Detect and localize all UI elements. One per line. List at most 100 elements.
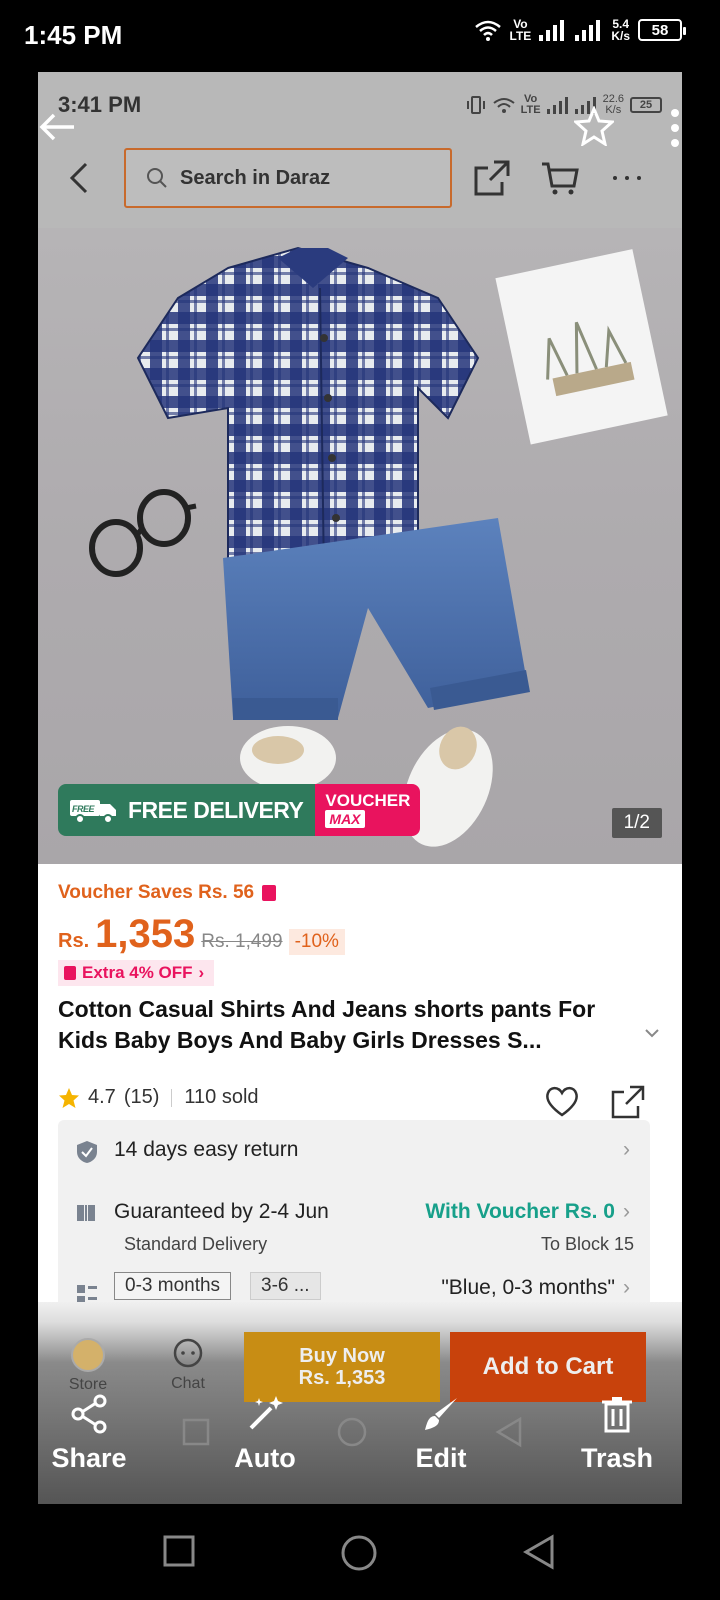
share-tool[interactable]: Share: [38, 1394, 144, 1474]
recents-button-icon[interactable]: [162, 1534, 196, 1568]
discount-badge: -10%: [288, 929, 345, 955]
delivery-type: Standard Delivery: [124, 1234, 268, 1254]
free-delivery-label: FREE DELIVERY: [128, 796, 304, 823]
delivery-truck-icon: FREE: [70, 800, 116, 824]
share-icon[interactable]: [472, 158, 512, 198]
return-policy-row[interactable]: 14 days easy return ›: [58, 1120, 650, 1182]
voucher-saves-text: Voucher Saves Rs. 56: [58, 882, 255, 903]
rating-value: 4.7: [88, 1086, 116, 1108]
system-nav-bar: [0, 1504, 720, 1600]
auto-tool[interactable]: Auto: [210, 1394, 320, 1474]
shield-check-icon: [77, 1141, 97, 1163]
delivery-location: To Block 15: [540, 1234, 634, 1254]
promo-badges: FREE FREE DELIVERY VOUCHER MAX: [58, 784, 421, 836]
free-delivery-badge: FREE FREE DELIVERY: [58, 784, 316, 836]
brush-icon: [425, 1398, 457, 1430]
max-label: MAX: [325, 810, 365, 828]
variant-option-1[interactable]: 0-3 months: [114, 1272, 232, 1300]
search-input[interactable]: Search in Daraz: [124, 148, 452, 208]
voucher-max-badge: VOUCHER MAX: [315, 784, 421, 836]
signal-icon: [539, 20, 565, 41]
extra-off-text: Extra 4% OFF: [82, 963, 193, 982]
return-policy-text: 14 days easy return: [114, 1138, 299, 1161]
inner-network-label: Vo LTE: [520, 93, 541, 116]
original-price: Rs. 1,499: [201, 931, 283, 952]
delivery-voucher-text: With Voucher Rs. 0 ›: [425, 1200, 630, 1223]
delivery-row[interactable]: Guaranteed by 2-4 Jun With Voucher Rs. 0…: [58, 1182, 650, 1262]
store-button[interactable]: Store: [66, 1338, 110, 1394]
home-button-icon[interactable]: [340, 1534, 378, 1572]
overlay-back-arrow-icon[interactable]: [38, 112, 78, 142]
app-header: 3:41 PM Vo LTE 22.6 K/s 25 Search in Daraz: [38, 72, 682, 228]
inner-wifi-icon: [492, 98, 515, 113]
store-avatar-icon: [71, 1338, 105, 1372]
overlay-more-icon[interactable]: [668, 108, 682, 148]
inner-status-icons: Vo LTE 22.6 K/s 25: [465, 94, 662, 116]
add-to-cart-button[interactable]: Add to Cart: [450, 1332, 646, 1402]
chevron-down-icon[interactable]: [644, 1028, 660, 1038]
inner-battery-icon: 25: [630, 97, 662, 113]
share-product-icon[interactable]: [610, 1084, 646, 1120]
inner-back-icon: [495, 1416, 522, 1448]
trash-tool[interactable]: Trash: [562, 1394, 672, 1474]
inner-recents-icon: [182, 1418, 210, 1446]
extra-ticket-icon: [64, 966, 76, 980]
voucher-label: VOUCHER: [325, 791, 411, 810]
glasses: [89, 489, 197, 577]
variant-option-2[interactable]: 3-6 ...: [250, 1272, 321, 1300]
extra-off-chip[interactable]: Extra 4% OFF ›: [58, 960, 215, 986]
outer-status-bar: 1:45 PM Vo LTE 5.4 K/s 58: [0, 0, 720, 72]
cart-icon[interactable]: [540, 158, 580, 198]
trash-label: Trash: [580, 1443, 654, 1473]
chevron-right-icon: ›: [623, 1138, 630, 1161]
paper-card: [495, 249, 668, 445]
network-speed-label: 5.4 K/s: [611, 17, 630, 43]
chat-button[interactable]: Chat: [166, 1338, 210, 1393]
edit-label: Edit: [415, 1443, 467, 1473]
price-row: Rs. 1,353 Rs. 1,499 -10%: [58, 912, 345, 957]
inner-signal-icon: [546, 97, 568, 114]
wifi-icon: [474, 20, 501, 41]
edit-tool[interactable]: Edit: [386, 1394, 496, 1474]
back-chevron-icon[interactable]: [66, 158, 92, 198]
store-label: Store: [68, 1376, 108, 1393]
delivery-guarantee-text: Guaranteed by 2-4 Jun: [114, 1200, 329, 1223]
signal-icon-2: [575, 20, 601, 41]
wishlist-heart-icon[interactable]: [544, 1084, 580, 1118]
chevron-right-icon: ›: [198, 963, 205, 982]
currency-label: Rs.: [58, 930, 90, 952]
buy-now-label: Buy Now: [299, 1345, 385, 1367]
product-title[interactable]: Cotton Casual Shirts And Jeans shorts pa…: [58, 994, 628, 1056]
search-placeholder: Search in Daraz: [180, 166, 331, 189]
voucher-saves[interactable]: Voucher Saves Rs. 56: [58, 882, 277, 904]
network-type-label: Vo LTE: [509, 17, 532, 43]
current-price: 1,353: [95, 912, 196, 956]
battery-level: 58: [651, 21, 669, 39]
buy-now-price: Rs. 1,353: [298, 1367, 386, 1389]
divider: [171, 1088, 173, 1107]
search-row: Search in Daraz: [38, 146, 682, 210]
search-icon: [147, 168, 167, 188]
voucher-ticket-icon: [262, 885, 277, 901]
service-info-card: 14 days easy return › Guaranteed by 2-4 …: [58, 1120, 650, 1310]
rating-row[interactable]: 4.7 (15) 110 sold: [58, 1086, 259, 1109]
status-icons: Vo LTE 5.4 K/s 58: [474, 17, 686, 43]
favorite-star-icon[interactable]: [574, 106, 614, 146]
chat-label: Chat: [171, 1375, 205, 1392]
back-button-icon[interactable]: [522, 1534, 556, 1570]
inner-home-icon: [337, 1417, 367, 1447]
bottom-bar: Store Chat Buy Now Rs. 1,353 Add to Cart…: [38, 1302, 682, 1504]
chat-icon: [173, 1338, 203, 1368]
trash-icon: [602, 1397, 632, 1433]
share-label: Share: [51, 1443, 127, 1473]
auto-label: Auto: [234, 1443, 296, 1473]
buy-now-button[interactable]: Buy Now Rs. 1,353: [244, 1332, 440, 1402]
image-page-indicator: 1/2: [611, 808, 662, 838]
rating-star-icon: [59, 1087, 79, 1108]
more-options-icon[interactable]: [612, 158, 642, 198]
status-time: 1:45 PM: [24, 20, 123, 50]
product-image[interactable]: FREE FREE DELIVERY VOUCHER MAX 1/2: [38, 228, 682, 864]
chevron-right-icon: ›: [623, 1276, 630, 1299]
chevron-right-icon: ›: [623, 1200, 630, 1223]
sold-count: 110 sold: [184, 1086, 259, 1108]
